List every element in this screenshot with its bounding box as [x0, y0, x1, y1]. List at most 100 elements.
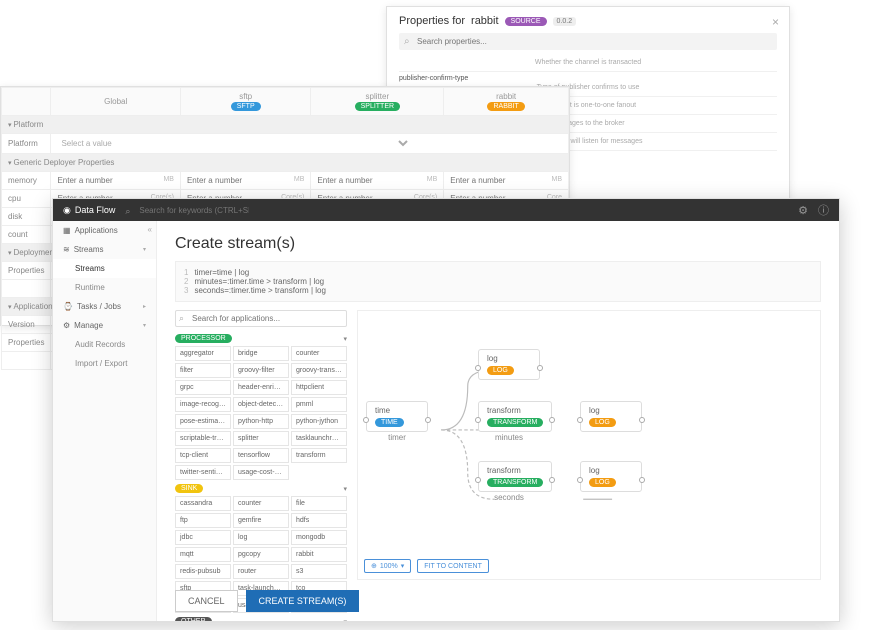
- app-cell[interactable]: counter: [233, 496, 289, 511]
- sidebar-item[interactable]: Runtime: [53, 278, 156, 297]
- stream-node[interactable]: transformTRANSFORM: [478, 461, 552, 492]
- global-search-input[interactable]: [125, 206, 249, 215]
- app-cell[interactable]: usage-cost-proc...: [233, 465, 289, 480]
- category-header[interactable]: SINK▾: [175, 484, 347, 493]
- cancel-button[interactable]: CANCEL: [175, 590, 238, 612]
- app-cell[interactable]: gemfire: [233, 513, 289, 528]
- app-cell[interactable]: mqtt: [175, 547, 231, 562]
- app-cell[interactable]: router: [233, 564, 289, 579]
- app-cell[interactable]: jdbc: [175, 530, 231, 545]
- sidebar-toggle[interactable]: «: [148, 225, 152, 234]
- sidebar-item[interactable]: Import / Export: [53, 354, 156, 373]
- sidebar-item[interactable]: Streams: [53, 259, 156, 278]
- group-row[interactable]: Generic Deployer Properties: [2, 154, 569, 172]
- app-cell[interactable]: tensorflow: [233, 448, 289, 463]
- input-port[interactable]: [475, 477, 481, 483]
- sidebar-item[interactable]: ▦Applications: [53, 221, 156, 240]
- close-icon[interactable]: ×: [772, 15, 779, 29]
- sidebar-item[interactable]: ⌚Tasks / Jobs: [53, 297, 156, 316]
- app-cell[interactable]: groovy-transform: [291, 363, 347, 378]
- version-tag: 0.0.2: [553, 17, 577, 26]
- app-cell[interactable]: groovy-filter: [233, 363, 289, 378]
- number-input[interactable]: [187, 176, 269, 185]
- node-type: log: [589, 466, 633, 475]
- value-cell[interactable]: Select a value: [51, 134, 569, 154]
- group-row[interactable]: Platform: [2, 116, 569, 134]
- app-cell[interactable]: grpc: [175, 380, 231, 395]
- output-port[interactable]: [549, 417, 555, 423]
- dataflow-window: ◉ Data Flow ⚙ ⓘ « ▦Applications≋StreamsS…: [52, 198, 840, 622]
- app-cell[interactable]: image-recogniti...: [175, 397, 231, 412]
- node-type: time: [375, 406, 419, 415]
- app-cell[interactable]: bridge: [233, 346, 289, 361]
- value-cell[interactable]: MB: [444, 172, 569, 190]
- stream-dsl-code[interactable]: 1timer=time | log2minutes=:timer.time > …: [175, 261, 821, 302]
- app-cell[interactable]: hdfs: [291, 513, 347, 528]
- number-input[interactable]: [57, 176, 139, 185]
- app-search-input[interactable]: [175, 310, 347, 327]
- properties-search-input[interactable]: [399, 33, 777, 50]
- app-cell[interactable]: redis-pubsub: [175, 564, 231, 579]
- app-cell[interactable]: counter: [291, 346, 347, 361]
- app-cell[interactable]: s3: [291, 564, 347, 579]
- fit-button[interactable]: FIT TO CONTENT: [417, 559, 489, 573]
- stream-node[interactable]: logLOG: [580, 401, 642, 432]
- input-port[interactable]: [475, 365, 481, 371]
- stream-node[interactable]: timeTIME: [366, 401, 428, 432]
- column-header: rabbitRABBIT: [444, 88, 569, 116]
- sidebar-item-label: Audit Records: [75, 340, 125, 349]
- output-port[interactable]: [639, 417, 645, 423]
- app-cell[interactable]: log: [233, 530, 289, 545]
- output-port[interactable]: [639, 477, 645, 483]
- app-cell[interactable]: pgcopy: [233, 547, 289, 562]
- number-input[interactable]: [317, 176, 401, 185]
- app-cell[interactable]: object-detection: [233, 397, 289, 412]
- stream-canvas[interactable]: ⊕ 100% ▾ FIT TO CONTENT timeTIMEtimerlog…: [357, 310, 821, 580]
- app-cell[interactable]: python-jython: [291, 414, 347, 429]
- category-header[interactable]: PROCESSOR▾: [175, 334, 347, 343]
- node-type: transform: [487, 466, 543, 475]
- output-port[interactable]: [537, 365, 543, 371]
- category-header[interactable]: OTHER▾: [175, 617, 347, 621]
- value-cell[interactable]: MB: [51, 172, 180, 190]
- app-cell[interactable]: tcp-client: [175, 448, 231, 463]
- value-cell[interactable]: MB: [180, 172, 310, 190]
- stream-node[interactable]: transformTRANSFORM: [478, 401, 552, 432]
- output-port[interactable]: [549, 477, 555, 483]
- input-port[interactable]: [577, 477, 583, 483]
- gear-icon[interactable]: ⚙: [798, 204, 808, 217]
- sidebar-item[interactable]: Audit Records: [53, 335, 156, 354]
- output-port[interactable]: [425, 417, 431, 423]
- input-port[interactable]: [363, 417, 369, 423]
- app-cell[interactable]: scriptable-transf...: [175, 431, 231, 446]
- create-button[interactable]: CREATE STREAM(S): [246, 590, 360, 612]
- stream-node[interactable]: logLOG: [580, 461, 642, 492]
- app-cell[interactable]: httpclient: [291, 380, 347, 395]
- info-icon[interactable]: ⓘ: [818, 202, 829, 218]
- app-cell[interactable]: pose-estimation: [175, 414, 231, 429]
- app-cell[interactable]: transform: [291, 448, 347, 463]
- app-cell[interactable]: pmml: [291, 397, 347, 412]
- app-cell[interactable]: header-enricher: [233, 380, 289, 395]
- app-cell[interactable]: cassandra: [175, 496, 231, 511]
- app-cell[interactable]: file: [291, 496, 347, 511]
- app-cell[interactable]: python-http: [233, 414, 289, 429]
- app-cell[interactable]: aggregator: [175, 346, 231, 361]
- zoom-control[interactable]: ⊕ 100% ▾: [364, 559, 411, 573]
- app-cell[interactable]: filter: [175, 363, 231, 378]
- platform-select[interactable]: Select a value: [57, 138, 410, 149]
- app-cell[interactable]: splitter: [233, 431, 289, 446]
- app-cell[interactable]: rabbit: [291, 547, 347, 562]
- number-input[interactable]: [450, 176, 528, 185]
- stream-node[interactable]: logLOG: [478, 349, 540, 380]
- value-cell[interactable]: MB: [311, 172, 444, 190]
- input-port[interactable]: [577, 417, 583, 423]
- property-row[interactable]: Whether the channel is transacted: [399, 54, 777, 72]
- sidebar-item[interactable]: ≋Streams: [53, 240, 156, 259]
- input-port[interactable]: [475, 417, 481, 423]
- sidebar-item[interactable]: ⚙Manage: [53, 316, 156, 335]
- app-cell[interactable]: twitter-sentiment: [175, 465, 231, 480]
- app-cell[interactable]: tasklaunchreque...: [291, 431, 347, 446]
- app-cell[interactable]: mongodb: [291, 530, 347, 545]
- app-cell[interactable]: ftp: [175, 513, 231, 528]
